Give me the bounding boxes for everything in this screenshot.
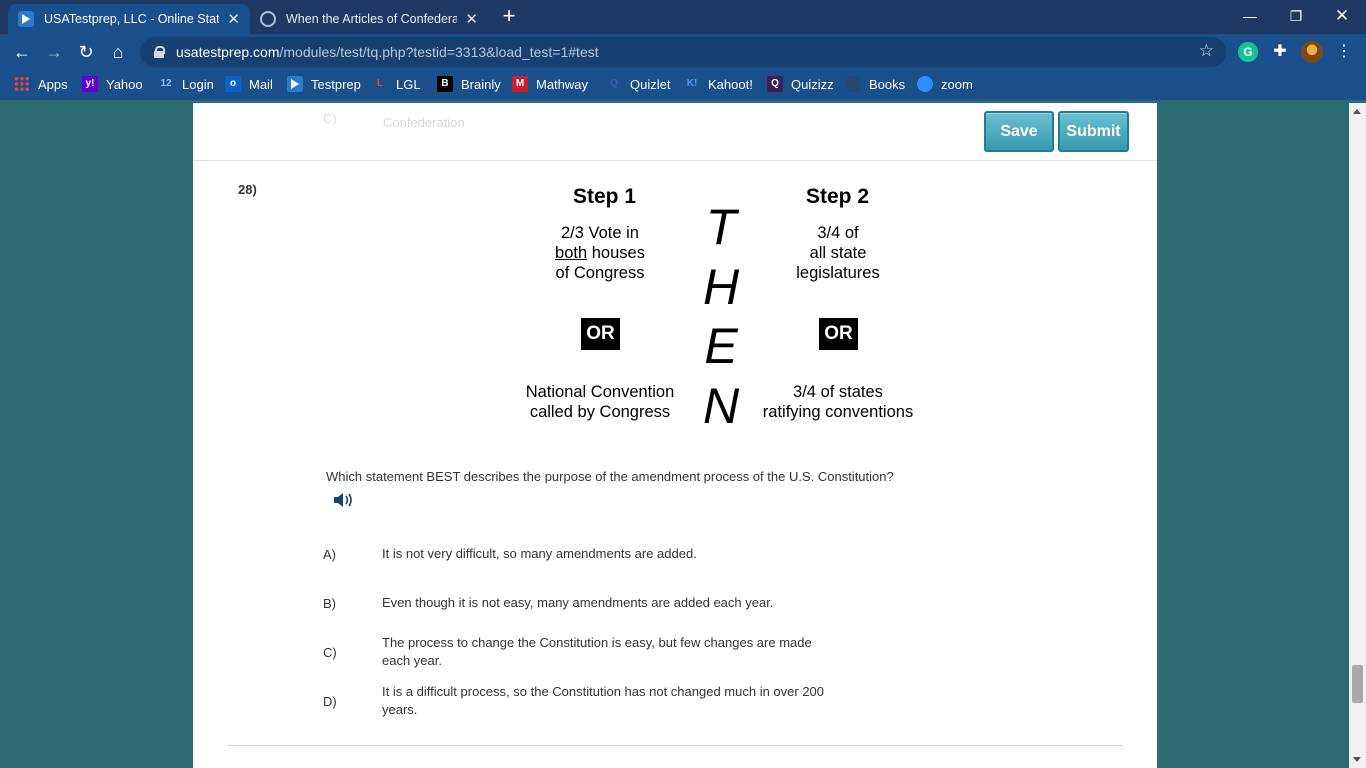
submit-button[interactable]: Submit <box>1058 111 1129 152</box>
bookmark-quizizz[interactable]: Q Quizizz <box>767 76 834 92</box>
extensions-puzzle-icon[interactable]: ✚ <box>1270 42 1290 62</box>
scroll-thumb[interactable] <box>1352 665 1363 703</box>
previous-answer-text: Confederation <box>383 115 465 130</box>
browser-toolbar: ← → ↻ ⌂ usatestprep.com/modules/test/tq.… <box>0 34 1366 70</box>
brainly-icon: B <box>437 76 453 92</box>
answer-c-label[interactable]: C) <box>323 645 337 660</box>
yahoo-icon: y! <box>82 76 98 92</box>
loading-favicon-icon <box>260 11 276 27</box>
answer-a-text[interactable]: It is not very difficult, so many amendm… <box>382 545 842 563</box>
lgl-icon: L <box>376 78 384 89</box>
scroll-down-icon[interactable] <box>1353 757 1361 762</box>
step1-congress-vote: 2/3 Vote in both houses of Congress <box>555 224 645 282</box>
bookmark-books[interactable]: Books <box>845 76 905 92</box>
bookmark-quizlet[interactable]: Q Quizlet <box>606 76 670 92</box>
tab-strip: USATestprep, LLC - Online State-S ✕ When… <box>0 0 1366 34</box>
step2-state-legislatures: 3/4 of all state legislatures <box>796 224 880 282</box>
apps-grid-icon <box>14 76 30 92</box>
speaker-audio-icon[interactable] <box>333 491 355 509</box>
menu-kebab-icon[interactable]: ⋮ <box>1334 42 1354 62</box>
close-tab-icon[interactable]: ✕ <box>227 10 240 28</box>
url-text: usatestprep.com/modules/test/tq.php?test… <box>176 44 599 60</box>
then-letter-t: T <box>705 199 737 255</box>
zoom-icon <box>917 76 933 92</box>
bookmark-testprep[interactable]: Testprep <box>287 76 361 92</box>
kahoot-icon: K! <box>686 78 698 89</box>
usatestprep-favicon-icon <box>18 11 34 27</box>
answer-b-label[interactable]: B) <box>323 596 336 611</box>
divider <box>228 745 1122 746</box>
home-icon[interactable]: ⌂ <box>106 40 130 64</box>
forward-icon[interactable]: → <box>42 40 66 64</box>
previous-answer-label: C) <box>323 111 337 126</box>
then-letter-h: H <box>702 259 740 315</box>
bookmark-yahoo[interactable]: y! Yahoo <box>82 76 143 92</box>
question-text: Which statement BEST describes the purpo… <box>326 469 894 484</box>
quizizz-icon: Q <box>767 76 783 92</box>
minimize-icon[interactable]: — <box>1227 4 1273 28</box>
then-letter-n: N <box>702 378 740 434</box>
bookmark-brainly[interactable]: B Brainly <box>437 76 501 92</box>
bookmark-apps[interactable]: Apps <box>14 76 68 92</box>
scroll-up-icon[interactable] <box>1353 109 1361 114</box>
mathway-icon: M <box>512 76 528 92</box>
test-content-panel: C) Confederation Save Submit 28) Step 1 … <box>193 103 1157 768</box>
question-number: 28) <box>238 182 257 197</box>
grammarly-icon[interactable]: G <box>1238 42 1258 62</box>
step1-national-convention: National Convention called by Congress <box>525 383 675 421</box>
books-icon <box>845 76 861 92</box>
lock-icon <box>154 46 165 58</box>
tab-title: When the Articles of Confederati <box>286 12 458 26</box>
bookmark-kahoot[interactable]: K! Kahoot! <box>684 76 753 92</box>
then-letter-e: E <box>704 318 738 374</box>
answer-d-text[interactable]: It is a difficult process, so the Consti… <box>382 683 842 719</box>
bookmark-mathway[interactable]: M Mathway <box>512 76 588 92</box>
answer-c-text[interactable]: The process to change the Constitution i… <box>382 634 842 670</box>
profile-avatar[interactable] <box>1301 41 1323 63</box>
page-scrollbar[interactable] <box>1349 103 1366 768</box>
save-button[interactable]: Save <box>984 111 1054 152</box>
restore-icon[interactable]: ❐ <box>1273 4 1319 28</box>
bookmarks-bar: Apps y! Yahoo 12 Login o Mail Testprep L… <box>0 70 1366 100</box>
reload-icon[interactable]: ↻ <box>74 40 98 64</box>
divider <box>193 160 1157 161</box>
step2-ratifying-conventions: 3/4 of states ratifying conventions <box>762 383 914 421</box>
or-box-step1: OR <box>581 318 620 350</box>
bookmark-lgl[interactable]: L LGL <box>372 76 421 92</box>
bookmark-zoom[interactable]: zoom <box>917 76 973 92</box>
back-icon[interactable]: ← <box>10 40 34 64</box>
answer-b-text[interactable]: Even though it is not easy, many amendme… <box>382 594 842 612</box>
or-box-step2: OR <box>819 318 858 350</box>
answer-a-label[interactable]: A) <box>323 547 336 562</box>
tab-usatestprep[interactable]: USATestprep, LLC - Online State-S ✕ <box>8 4 250 34</box>
tab-title: USATestprep, LLC - Online State-S <box>44 12 220 26</box>
login-icon: 12 <box>160 78 172 89</box>
new-tab-icon[interactable]: + <box>498 5 520 28</box>
close-window-icon[interactable]: ✕ <box>1319 4 1365 28</box>
answer-d-label[interactable]: D) <box>323 694 337 709</box>
amendment-process-diagram: Step 1 Step 2 2/3 Vote in both houses of… <box>513 178 933 438</box>
bookmark-star-icon[interactable]: ☆ <box>1199 41 1214 61</box>
bookmark-login[interactable]: 12 Login <box>158 76 213 92</box>
quizlet-icon: Q <box>610 78 618 89</box>
address-bar[interactable]: usatestprep.com/modules/test/tq.php?test… <box>140 37 1226 67</box>
tab-articles-of-confederation[interactable]: When the Articles of Confederati ✕ <box>250 4 488 34</box>
close-tab-icon[interactable]: ✕ <box>465 10 478 28</box>
outlook-icon: o <box>225 76 241 92</box>
step1-title: Step 1 <box>573 185 637 208</box>
bookmark-mail[interactable]: o Mail <box>225 76 273 92</box>
testprep-icon <box>287 76 303 92</box>
step2-title: Step 2 <box>806 185 870 208</box>
